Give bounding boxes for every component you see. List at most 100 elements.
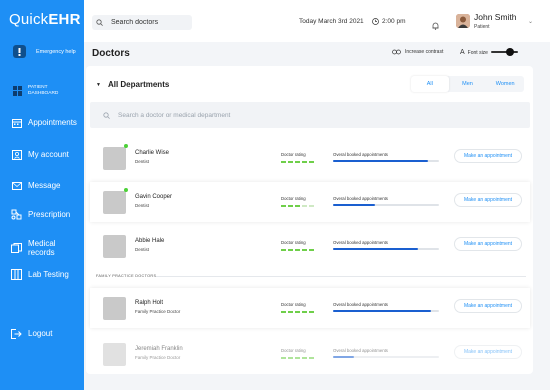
sidebar-item-label: Lab Testing — [28, 270, 69, 279]
booked-progress-bar — [333, 160, 439, 162]
sidebar: QuickEHR Emergency help PATIENT DASHBOAR… — [0, 0, 84, 390]
doctor-row: Abbie Hale Dentist Doctor rating Overal … — [90, 226, 530, 266]
chevron-down-icon[interactable]: ⌄ — [528, 18, 533, 25]
clock-icon — [372, 18, 379, 25]
patient-dashboard-label: PATIENT DASHBOARD — [28, 85, 59, 96]
rating-label: Doctor rating — [281, 152, 306, 157]
sidebar-item-label: Medical records — [28, 239, 56, 257]
booked-progress-fill — [333, 160, 429, 162]
records-icon — [11, 243, 22, 254]
doctor-name[interactable]: Ralph Holt — [135, 300, 163, 306]
filter-all[interactable]: All — [411, 76, 449, 92]
filter-men[interactable]: Men — [449, 76, 487, 92]
sidebar-item-medical-records[interactable]: Medical records — [11, 239, 84, 257]
booked-label: Overal booked appointments — [333, 302, 388, 307]
doctor-row: Ralph Holt Family Practice Doctor Doctor… — [90, 288, 530, 328]
rating-star — [288, 249, 293, 251]
filter-women[interactable]: Women — [486, 76, 524, 92]
lab-icon — [11, 269, 22, 280]
doctor-specialty: Family Practice Doctor — [135, 309, 181, 314]
rating-star — [309, 161, 314, 163]
patient-dashboard-link[interactable]: PATIENT DASHBOARD — [13, 85, 68, 96]
booked-label: Overal booked appointments — [333, 196, 388, 201]
rating-star — [295, 161, 300, 163]
rating-star — [288, 357, 293, 359]
rating-star — [281, 205, 286, 207]
logo-suffix: EHR — [48, 11, 81, 28]
doctor-row: Gavin Cooper Dentist Doctor rating Overa… — [90, 182, 530, 222]
app-logo[interactable]: QuickEHR — [9, 11, 81, 28]
emergency-help-button[interactable]: Emergency help — [13, 45, 76, 58]
doctor-photo — [103, 235, 126, 258]
font-size-icon: A — [460, 49, 465, 56]
font-size-slider-knob[interactable] — [506, 48, 514, 56]
search-input[interactable] — [111, 19, 191, 26]
rating-star — [302, 249, 307, 251]
user-icon — [11, 149, 22, 160]
doctor-photo — [103, 343, 126, 366]
sidebar-item-message[interactable]: Message — [11, 180, 60, 191]
rating-star — [295, 357, 300, 359]
make-appointment-button[interactable]: Make an appointment — [454, 149, 522, 163]
bell-icon[interactable] — [432, 17, 439, 35]
booked-progress-fill — [333, 204, 376, 206]
time-label: 2:00 pm — [382, 18, 406, 25]
doctor-name[interactable]: Charlie Wise — [135, 150, 169, 156]
sidebar-item-my-account[interactable]: My account — [11, 149, 69, 160]
avatar[interactable] — [456, 14, 470, 28]
make-appointment-button[interactable]: Make an appointment — [454, 193, 522, 207]
rating-star — [302, 205, 307, 207]
doctor-specialty: Family Practice Doctor — [135, 355, 181, 360]
sidebar-item-prescription[interactable]: Prescription — [11, 209, 70, 220]
contrast-icon — [392, 49, 401, 55]
doctor-search-box — [92, 15, 192, 30]
rating-star — [288, 311, 293, 313]
user-role: Patient — [474, 24, 490, 30]
doctor-photo — [103, 297, 126, 320]
emergency-label: Emergency help — [36, 48, 76, 55]
department-search-box — [90, 102, 530, 128]
page-title: Doctors — [92, 48, 130, 59]
doctor-specialty: Dentist — [135, 159, 150, 164]
doctor-name[interactable]: Abbie Hale — [135, 238, 164, 244]
doctor-search-input[interactable] — [118, 111, 418, 119]
envelope-icon — [11, 180, 22, 191]
current-date: Today March 3rd 2021 — [299, 18, 364, 25]
prescription-icon — [11, 209, 22, 220]
search-icon — [96, 19, 103, 26]
booked-progress-fill — [333, 248, 418, 250]
increase-contrast-toggle[interactable]: Increase contrast — [392, 49, 443, 55]
section-label: FAMILY PRACTICE DOCTORS — [96, 274, 157, 278]
rating-star — [281, 311, 286, 313]
top-bar: Today March 3rd 2021 2:00 pm John Smith … — [84, 0, 550, 42]
department-dropdown[interactable]: ▼ All Departments — [96, 80, 169, 89]
doctor-name[interactable]: Gavin Cooper — [135, 194, 172, 200]
rating-star — [302, 161, 307, 163]
sidebar-item-lab-testing[interactable]: Lab Testing — [11, 269, 69, 280]
logout-button[interactable]: Logout — [11, 328, 52, 339]
section-divider — [156, 276, 526, 277]
make-appointment-button[interactable]: Make an appointment — [454, 345, 522, 359]
booked-progress-fill — [333, 356, 355, 358]
rating-star — [309, 249, 314, 251]
rating-star — [309, 311, 314, 313]
doctor-name[interactable]: Jeremiah Franklin — [135, 346, 183, 352]
logo-prefix: Quick — [9, 11, 49, 28]
doctor-photo — [103, 191, 126, 214]
search-icon — [103, 111, 110, 119]
doctor-rating — [281, 161, 316, 163]
booked-progress-fill — [333, 310, 431, 312]
rating-label: Doctor rating — [281, 240, 306, 245]
booked-label: Overal booked appointments — [333, 152, 388, 157]
doctor-photo — [103, 147, 126, 170]
booked-progress-bar — [333, 248, 439, 250]
booked-progress-bar — [333, 310, 439, 312]
sidebar-item-appointments[interactable]: Appointments — [11, 117, 77, 128]
rating-label: Doctor rating — [281, 302, 306, 307]
doctor-row: Jeremiah Franklin Family Practice Doctor… — [90, 334, 530, 374]
logout-label: Logout — [28, 329, 53, 338]
make-appointment-button[interactable]: Make an appointment — [454, 237, 522, 251]
booked-label: Overal booked appointments — [333, 348, 388, 353]
make-appointment-button[interactable]: Make an appointment — [454, 299, 522, 313]
user-name[interactable]: John Smith — [474, 12, 517, 22]
